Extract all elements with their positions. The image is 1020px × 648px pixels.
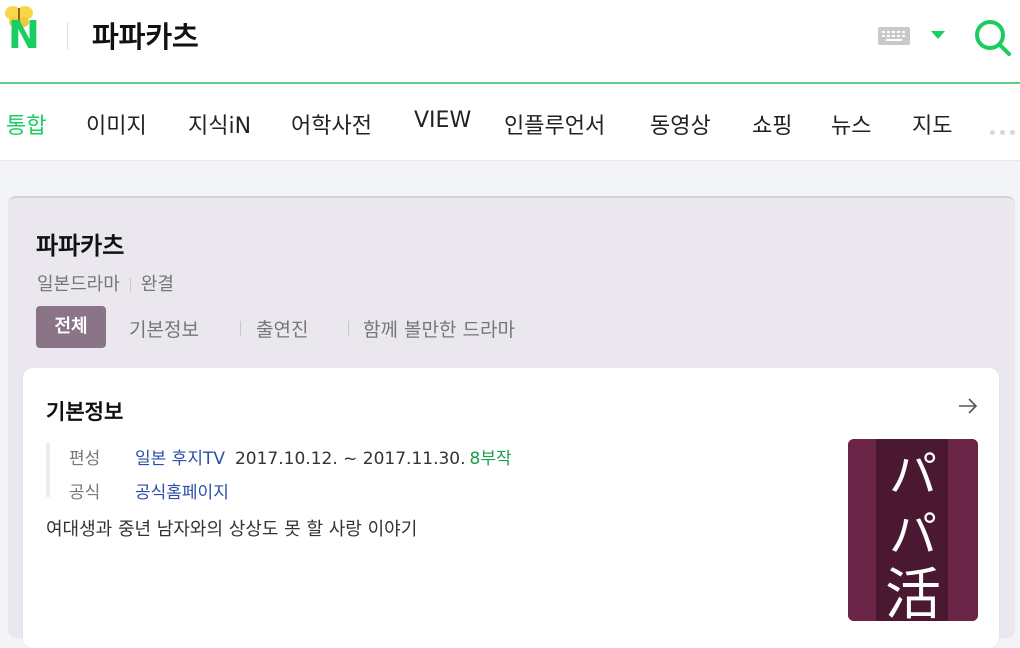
poster-char: パ — [889, 507, 937, 563]
tab-news[interactable]: 뉴스 — [831, 108, 871, 140]
drama-genre: 일본드라마 — [37, 274, 120, 295]
official-label: 공식 — [69, 483, 101, 503]
poster-char: 活 — [885, 563, 941, 621]
tab-video[interactable]: 동영상 — [650, 108, 711, 140]
subtab-divider — [348, 321, 349, 336]
poster-image: パ パ 活 — [848, 439, 978, 621]
info-bar — [46, 443, 50, 497]
subtab-basic-info[interactable]: 기본정보 — [129, 315, 199, 342]
drama-poster[interactable]: パ パ 活 — [848, 439, 978, 621]
naver-logo[interactable]: N — [4, 4, 48, 54]
episode-count: 8부작 — [469, 449, 512, 469]
tab-knowledge-in[interactable]: 지식iN — [188, 108, 251, 140]
drama-description: 여대생과 중년 남자와의 상상도 못 할 사랑 이야기 — [46, 519, 418, 540]
more-tabs-icon[interactable] — [990, 120, 1020, 139]
tab-view[interactable]: VIEW — [414, 108, 471, 133]
meta-divider — [129, 278, 131, 292]
tab-integrated[interactable]: 통합 — [6, 108, 46, 140]
logo-letter: N — [8, 13, 40, 57]
subtab-cast[interactable]: 출연진 — [256, 315, 308, 342]
search-icon[interactable] — [973, 17, 1013, 57]
drama-meta: 일본드라마 완결 — [37, 270, 174, 296]
broadcast-label: 편성 — [69, 449, 101, 469]
keyboard-icon[interactable] — [878, 27, 910, 45]
header: N 파파카츠 — [0, 0, 1020, 84]
poster-char: パ — [889, 447, 937, 503]
tab-shopping[interactable]: 쇼핑 — [752, 108, 792, 140]
drama-status: 완결 — [140, 274, 174, 295]
drama-title[interactable]: 파파카츠 — [36, 226, 124, 261]
basic-info-card: 기본정보 편성 일본 후지TV 2017.10.12. ~ 2017.11.30. 8… — [23, 368, 999, 648]
air-dates: 2017.10.12. ~ 2017.11.30. — [234, 449, 466, 469]
tab-dictionary[interactable]: 어학사전 — [291, 108, 372, 140]
broadcaster-link[interactable]: 일본 후지TV — [135, 449, 225, 469]
autocomplete-toggle-icon[interactable] — [931, 31, 945, 39]
subtab-all[interactable]: 전체 — [36, 306, 106, 348]
header-divider — [67, 22, 68, 50]
search-tabs: 통합 이미지 지식iN 어학사전 VIEW 인플루언서 동영상 쇼핑 뉴스 지도 — [0, 84, 1020, 161]
official-homepage-link[interactable]: 공식홈페이지 — [135, 483, 229, 503]
tab-map[interactable]: 지도 — [912, 108, 952, 140]
official-row: 공식 공식홈페이지 — [69, 478, 229, 503]
search-query[interactable]: 파파카츠 — [92, 14, 199, 56]
arrow-right-icon[interactable] — [957, 396, 979, 416]
card-title[interactable]: 기본정보 — [46, 396, 123, 426]
drama-info-panel: 파파카츠 일본드라마 완결 전체 기본정보 출연진 함께 볼만한 드라마 기본정보… — [8, 196, 1015, 648]
broadcast-row: 편성 일본 후지TV 2017.10.12. ~ 2017.11.30. 8부작 — [69, 444, 512, 469]
tab-images[interactable]: 이미지 — [86, 108, 147, 140]
subtab-divider — [240, 321, 241, 336]
subtab-recommended[interactable]: 함께 볼만한 드라마 — [363, 315, 515, 342]
tab-influencer[interactable]: 인플루언서 — [504, 108, 605, 140]
